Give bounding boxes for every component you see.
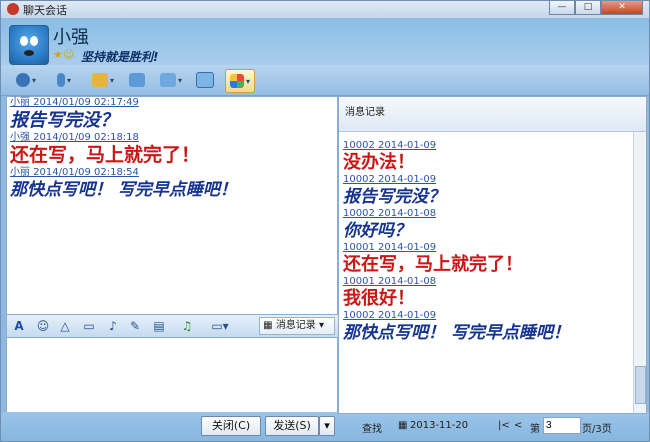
history-icon: ▦ bbox=[260, 320, 276, 331]
font-icon[interactable]: A bbox=[11, 318, 27, 334]
history-list[interactable]: 10002 2014-01-09 没办法！ 10002 2014-01-09 报… bbox=[339, 132, 633, 413]
message-input[interactable] bbox=[6, 337, 338, 413]
first-page-button[interactable]: |< bbox=[498, 420, 510, 431]
folder-icon[interactable]: ▾ bbox=[85, 69, 121, 91]
window-title: 聊天会话 bbox=[23, 4, 67, 17]
status-icons: ★☺ bbox=[53, 48, 75, 61]
shake-icon[interactable]: △ bbox=[57, 318, 73, 334]
history-scrollbar[interactable] bbox=[633, 132, 646, 413]
message-history-button[interactable]: ▦ 消息记录 ▾ bbox=[259, 317, 335, 335]
history-item-header: 10002 2014-01-09 bbox=[343, 140, 437, 151]
history-pager: 查找 ▦ 2013-11-20 |< < 第 页/3页 bbox=[338, 412, 645, 441]
profile-header: 小强 ★☺ 坚持就是胜利! bbox=[1, 19, 649, 65]
scrollbar-thumb[interactable] bbox=[635, 366, 646, 404]
page-prefix: 第 bbox=[530, 424, 540, 435]
history-item-text: 你好吗？ bbox=[343, 221, 411, 241]
message-text: 还在写，马上就完了！ bbox=[10, 144, 201, 166]
avatar[interactable] bbox=[9, 25, 49, 65]
message-text: 报告写完没？ bbox=[10, 110, 118, 131]
music-icon[interactable]: ♫ bbox=[179, 318, 195, 334]
paste-icon[interactable]: ✎ bbox=[127, 318, 143, 334]
microphone-icon[interactable]: ▾ bbox=[49, 69, 79, 91]
history-item-header: 10002 2014-01-08 bbox=[343, 208, 437, 219]
history-item-text: 报告写完没？ bbox=[343, 187, 445, 207]
send-button[interactable]: 发送(S) bbox=[265, 416, 319, 436]
date-field[interactable]: 2013-11-20 bbox=[410, 420, 468, 431]
history-title: 消息记录 bbox=[345, 107, 385, 118]
send-options-button[interactable]: ▾ bbox=[319, 416, 335, 436]
close-window-button[interactable]: ✕ bbox=[601, 1, 643, 15]
message-text: 那快点写吧！ 写完早点睡吧！ bbox=[10, 180, 237, 200]
maximize-button[interactable]: □ bbox=[575, 1, 601, 15]
history-item-header: 10001 2014-01-09 bbox=[343, 242, 437, 253]
history-item-header: 10002 2014-01-09 bbox=[343, 310, 437, 321]
action-toolbar: ▾ ▾ ▾ ▾ ▾ bbox=[1, 65, 649, 96]
message-header: 小丽 2014/01/09 02:18:54 bbox=[10, 167, 139, 178]
history-header: 消息记录 bbox=[339, 97, 646, 132]
message-header: 小强 2014/01/09 02:18:18 bbox=[10, 132, 139, 143]
contact-name: 小强 bbox=[53, 27, 89, 48]
apps-icon[interactable]: ▾ bbox=[225, 69, 255, 93]
chat-display[interactable]: 小丽 2014/01/09 02:17:49 报告写完没？ 小强 2014/01… bbox=[6, 96, 338, 316]
title-bar: 聊天会话 — □ ✕ bbox=[1, 1, 649, 19]
screen-share-icon[interactable]: ▭▾ bbox=[207, 318, 233, 334]
window-controls: — □ ✕ bbox=[549, 1, 643, 15]
image-icon[interactable]: ▤ bbox=[151, 318, 167, 334]
history-item-header: 10001 2014-01-08 bbox=[343, 276, 437, 287]
camera-icon[interactable]: ▾ bbox=[9, 69, 43, 91]
history-item-text: 我很好！ bbox=[343, 288, 415, 309]
format-toolbar: A ☺ △ ▭ ♪ ✎ ▤ ♫ ▭▾ ▦ 消息记录 ▾ bbox=[6, 314, 340, 338]
history-item-text: 没办法！ bbox=[343, 152, 415, 173]
message-header: 小丽 2014/01/09 02:17:49 bbox=[10, 97, 139, 108]
message-icon[interactable] bbox=[125, 69, 149, 91]
search-link[interactable]: 查找 bbox=[362, 420, 382, 435]
history-panel: 消息记录 10002 2014-01-09 没办法！ 10002 2014-01… bbox=[338, 96, 647, 414]
voice-icon[interactable]: ♪ bbox=[105, 318, 121, 334]
screen-icon[interactable]: ▾ bbox=[153, 69, 189, 91]
screenshot-icon[interactable]: ▭ bbox=[81, 318, 97, 334]
history-item-text: 还在写，马上就完了！ bbox=[343, 254, 523, 275]
signature: 坚持就是胜利! bbox=[81, 50, 159, 64]
page-number-input[interactable] bbox=[543, 417, 581, 434]
history-item-header: 10002 2014-01-09 bbox=[343, 174, 437, 185]
minimize-button[interactable]: — bbox=[549, 1, 575, 15]
emoji-icon[interactable]: ☺ bbox=[35, 318, 51, 334]
calendar-icon[interactable]: ▦ bbox=[398, 420, 407, 431]
prev-page-button[interactable]: < bbox=[514, 420, 522, 431]
page-suffix: 页/3页 bbox=[582, 424, 612, 435]
monitor-icon[interactable] bbox=[193, 69, 217, 91]
app-icon bbox=[7, 3, 19, 15]
chat-window: 聊天会话 — □ ✕ 小强 ★☺ 坚持就是胜利! ▾ ▾ ▾ ▾ ▾ 小丽 20… bbox=[0, 0, 650, 442]
close-button[interactable]: 关闭(C) bbox=[201, 416, 261, 436]
history-item-text: 那快点写吧！ 写完早点睡吧！ bbox=[343, 323, 570, 343]
